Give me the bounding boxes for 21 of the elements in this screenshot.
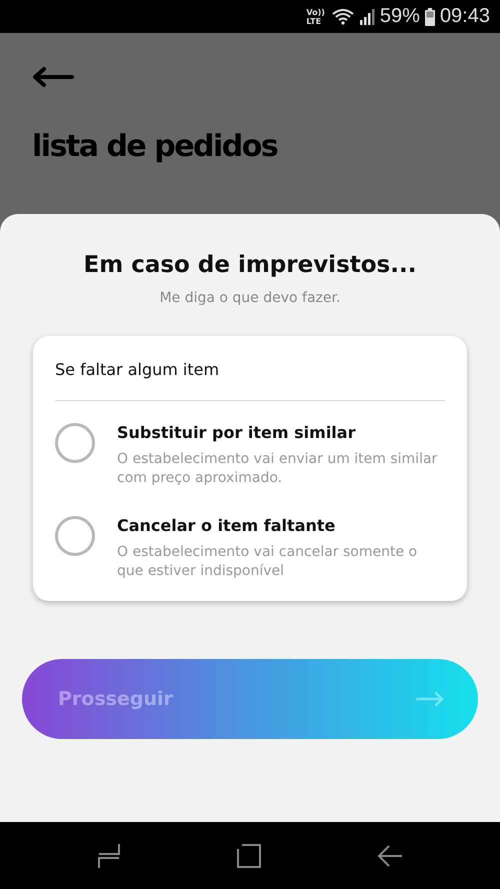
option-description: O estabelecimento vai enviar um item similar com preço aproximado.	[117, 450, 438, 488]
recent-apps-icon[interactable]	[97, 842, 122, 868]
home-icon[interactable]	[236, 842, 262, 868]
wifi-icon	[332, 8, 354, 24]
radio-button[interactable]	[55, 423, 95, 463]
battery-icon	[424, 8, 435, 26]
radio-button[interactable]	[55, 516, 95, 556]
arrow-right-icon	[416, 692, 444, 706]
page-title: lista de pedidos	[32, 129, 278, 164]
sheet-subtitle: Me diga o que devo fazer.	[160, 290, 340, 306]
battery-percent: 59%	[380, 5, 420, 28]
card-heading: Se faltar algum item	[55, 360, 220, 379]
volte-indicator: Vo)) LTE	[306, 8, 325, 26]
option-label[interactable]: Substituir por item similar	[117, 423, 445, 442]
option-description: O estabelecimento vai cancelar somente o que estiver indisponível	[117, 543, 418, 581]
signal-icon	[358, 8, 375, 24]
back-arrow-icon[interactable]	[32, 67, 74, 87]
clock: 09:43	[440, 5, 490, 28]
sheet-title: Em caso de imprevistos...	[84, 252, 416, 278]
option-label[interactable]: Cancelar o item faltante	[117, 516, 445, 535]
back-icon[interactable]	[376, 842, 403, 868]
